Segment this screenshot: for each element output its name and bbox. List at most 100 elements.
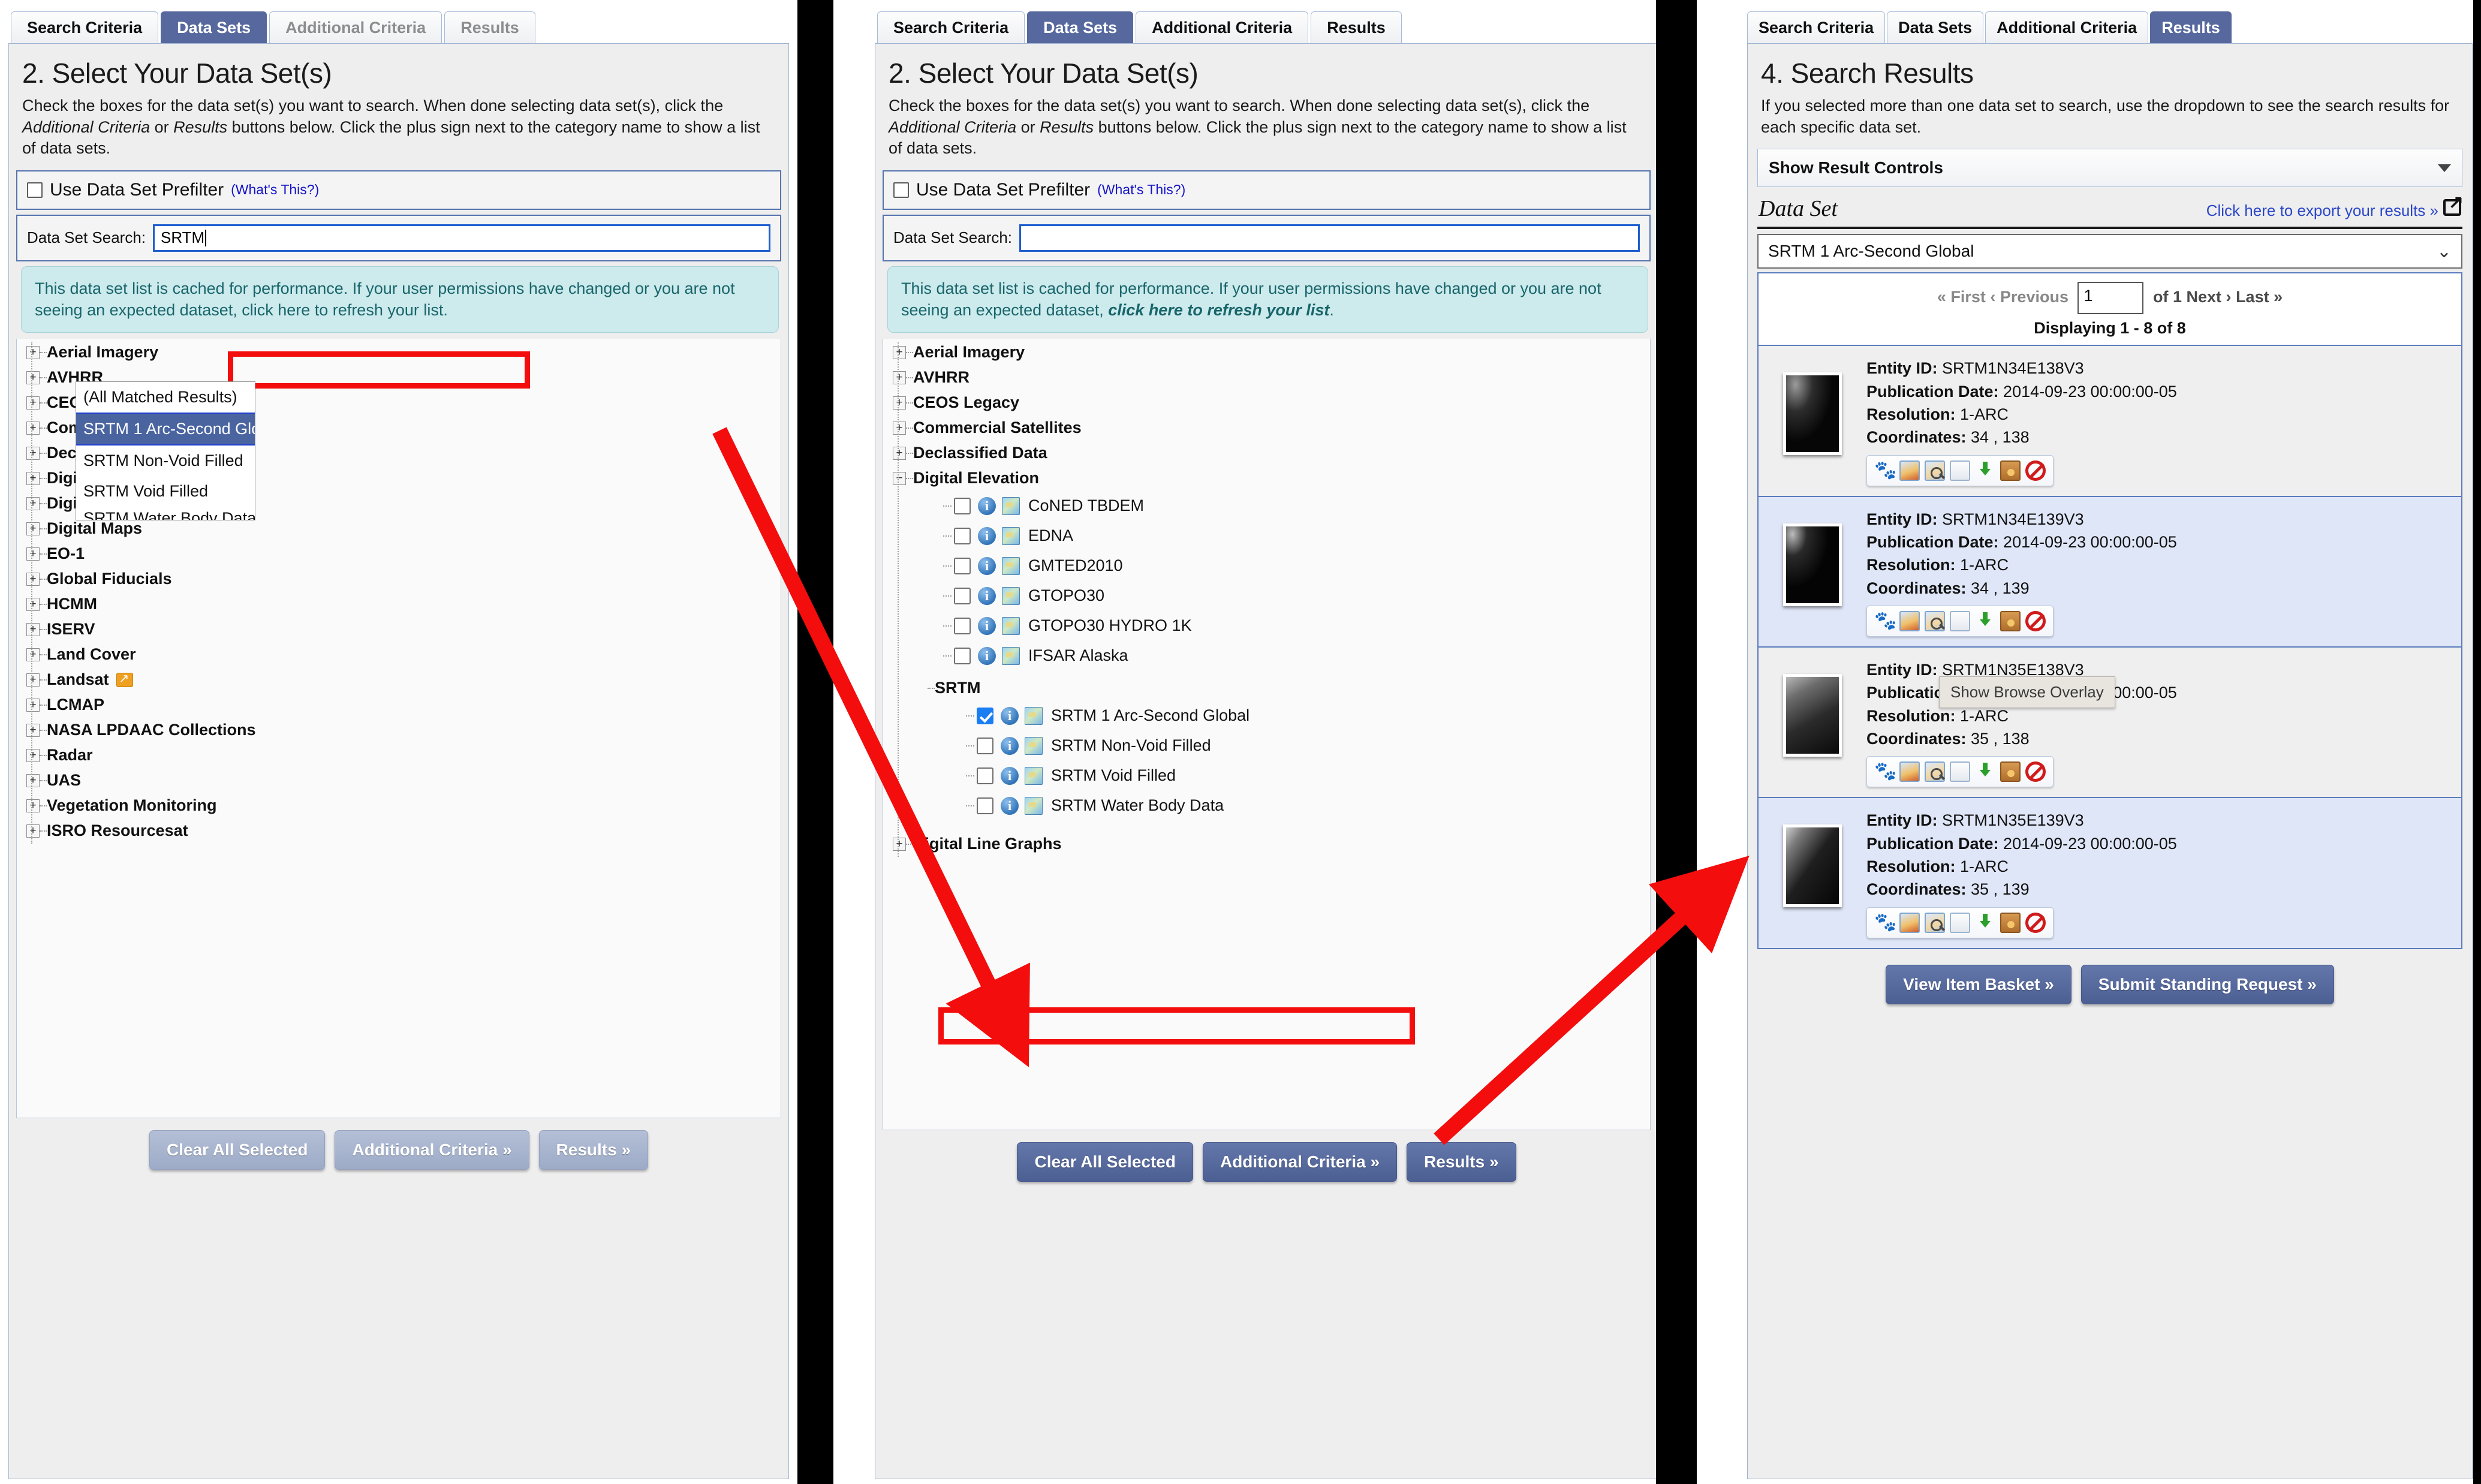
dataset-row-gtopo30[interactable]: i GTOPO30	[943, 581, 1650, 611]
exclude-icon[interactable]	[2025, 912, 2046, 933]
category-digital-elevation[interactable]: − Digital Elevation	[892, 466, 1650, 491]
dataset-row-gmted2010[interactable]: i GMTED2010	[943, 551, 1650, 581]
pager-next-link[interactable]: Next ›	[2187, 288, 2232, 306]
info-icon[interactable]: i	[1001, 736, 1019, 755]
metadata-zoom-icon[interactable]	[1925, 761, 1945, 782]
whats-this-link[interactable]: (What's This?)	[231, 182, 319, 198]
result-item[interactable]: Entity ID: SRTM1N35E138V3 Publication Da…	[1759, 647, 2461, 799]
map-layer-icon[interactable]	[1002, 496, 1020, 515]
expand-plus-icon[interactable]: +	[26, 698, 40, 712]
tab-results[interactable]: Results	[444, 11, 535, 43]
category-nasa-lpdaac-collections[interactable]: + NASA LPDAAC Collections	[25, 718, 781, 743]
refresh-list-link[interactable]: click here to refresh your list	[1108, 301, 1329, 319]
autocomplete-option-srtm-1-arc-second-global[interactable]: SRTM 1 Arc-Second Global	[76, 413, 255, 445]
pager-last-link[interactable]: Last »	[2236, 288, 2283, 306]
browse-thumbnail[interactable]	[1783, 824, 1842, 908]
expand-plus-icon[interactable]: +	[26, 723, 40, 737]
data-set-select[interactable]: SRTM 1 Arc-Second Global ⌄	[1757, 234, 2462, 269]
dataset-row-srtm-void-filled[interactable]: i SRTM Void Filled	[966, 761, 1650, 791]
additional-criteria-button[interactable]: Additional Criteria »	[1202, 1142, 1398, 1182]
map-layer-icon[interactable]	[1002, 616, 1020, 635]
map-layer-icon[interactable]	[1025, 766, 1043, 785]
category-uas[interactable]: + UAS	[25, 768, 781, 793]
dataset-checkbox[interactable]	[954, 647, 971, 664]
footprint-icon[interactable]: 🐾	[1874, 913, 1896, 933]
bulk-order-icon[interactable]	[2000, 912, 2021, 933]
expand-plus-icon[interactable]: +	[893, 837, 906, 851]
data-set-search-autocomplete[interactable]: (All Matched Results) SRTM 1 Arc-Second …	[76, 381, 255, 520]
pager-first-link[interactable]: « First	[1937, 288, 1986, 306]
expand-plus-icon[interactable]: +	[893, 371, 906, 384]
expand-plus-icon[interactable]: +	[26, 748, 40, 762]
map-layer-icon[interactable]	[1002, 586, 1020, 605]
map-layer-icon[interactable]	[1002, 646, 1020, 665]
view-item-basket-button[interactable]: View Item Basket »	[1886, 964, 2071, 1004]
pager-previous-link[interactable]: ‹ Previous	[1990, 288, 2068, 306]
subcategory-srtm[interactable]: SRTM	[892, 676, 1650, 701]
expand-plus-icon[interactable]: +	[893, 345, 906, 359]
browse-thumbnail[interactable]	[1783, 673, 1842, 757]
submit-standing-request-button[interactable]: Submit Standing Request »	[2080, 964, 2334, 1004]
thumbnail-wrapper[interactable]	[1759, 508, 1866, 637]
expand-plus-icon[interactable]: +	[893, 396, 906, 410]
tab-additional-criteria[interactable]: Additional Criteria	[1136, 11, 1309, 43]
prefilter-checkbox[interactable]	[893, 182, 909, 198]
data-set-search-input[interactable]	[1019, 224, 1640, 252]
dataset-row-srtm-water-body-data[interactable]: i SRTM Water Body Data	[966, 791, 1650, 821]
thumbnail-wrapper[interactable]	[1759, 658, 1866, 787]
expand-plus-icon[interactable]: +	[26, 345, 40, 359]
bulk-order-icon[interactable]	[2000, 761, 2021, 782]
map-layer-icon[interactable]	[1002, 556, 1020, 575]
results-button[interactable]: Results »	[538, 1130, 649, 1170]
browse-image-icon[interactable]	[1899, 761, 1920, 782]
expand-plus-icon[interactable]: +	[26, 371, 40, 384]
compare-icon[interactable]	[1950, 610, 1970, 631]
tab-results[interactable]: Results	[1311, 11, 1402, 43]
autocomplete-option-srtm-void-filled[interactable]: SRTM Void Filled	[76, 476, 255, 507]
bulk-order-icon[interactable]	[2000, 610, 2021, 631]
map-layer-icon[interactable]	[1025, 736, 1043, 755]
exclude-icon[interactable]	[2025, 610, 2046, 631]
thumbnail-wrapper[interactable]	[1759, 357, 1866, 486]
additional-criteria-button[interactable]: Additional Criteria »	[335, 1130, 529, 1170]
results-button[interactable]: Results »	[1407, 1142, 1516, 1182]
category-aerial-imagery[interactable]: + Aerial Imagery	[892, 340, 1650, 365]
dataset-row-srtm-non-void-filled[interactable]: i SRTM Non-Void Filled	[966, 731, 1650, 761]
browse-thumbnail[interactable]	[1783, 372, 1842, 456]
compare-icon[interactable]	[1950, 912, 1970, 933]
clear-all-selected-button[interactable]: Clear All Selected	[149, 1130, 326, 1170]
exclude-icon[interactable]	[2025, 761, 2046, 782]
expand-plus-icon[interactable]: +	[26, 471, 40, 485]
dataset-checkbox[interactable]	[977, 767, 993, 784]
expand-plus-icon[interactable]: +	[26, 421, 40, 435]
footprint-icon[interactable]: 🐾	[1874, 761, 1896, 782]
export-results-link[interactable]: Click here to export your results »	[2206, 201, 2438, 219]
dataset-row-edna[interactable]: i EDNA	[943, 521, 1650, 551]
expand-plus-icon[interactable]: +	[26, 622, 40, 636]
category-global-fiducials[interactable]: + Global Fiducials	[25, 567, 781, 592]
thumbnail-wrapper[interactable]	[1759, 809, 1866, 938]
clear-all-selected-button[interactable]: Clear All Selected	[1017, 1142, 1193, 1182]
download-icon[interactable]	[1975, 761, 1995, 782]
download-icon[interactable]	[1975, 460, 1995, 481]
prefilter-row[interactable]: Use Data Set Prefilter (What's This?)	[16, 170, 781, 210]
tab-search-criteria[interactable]: Search Criteria	[877, 11, 1025, 43]
dataset-row-gtopo30-hydro-1k[interactable]: i GTOPO30 HYDRO 1K	[943, 611, 1650, 641]
metadata-zoom-icon[interactable]	[1925, 912, 1945, 933]
external-link-badge-icon[interactable]	[116, 671, 133, 687]
collapse-minus-icon[interactable]: −	[893, 471, 906, 485]
expand-plus-icon[interactable]: +	[26, 773, 40, 787]
prefilter-row[interactable]: Use Data Set Prefilter (What's This?)	[883, 170, 1651, 210]
info-icon[interactable]: i	[1001, 706, 1019, 725]
category-land-cover[interactable]: + Land Cover	[25, 642, 781, 667]
pager-page-input[interactable]: 1	[2077, 282, 2144, 315]
metadata-zoom-icon[interactable]	[1925, 460, 1945, 481]
expand-plus-icon[interactable]: +	[893, 446, 906, 460]
external-link-icon[interactable]	[2443, 192, 2464, 216]
info-icon[interactable]: i	[978, 616, 996, 635]
autocomplete-option-all-matched[interactable]: (All Matched Results)	[76, 382, 255, 413]
tab-additional-criteria[interactable]: Additional Criteria	[269, 11, 442, 43]
expand-plus-icon[interactable]: +	[26, 572, 40, 586]
category-hcmm[interactable]: + HCMM	[25, 592, 781, 617]
download-icon[interactable]	[1975, 913, 1995, 933]
